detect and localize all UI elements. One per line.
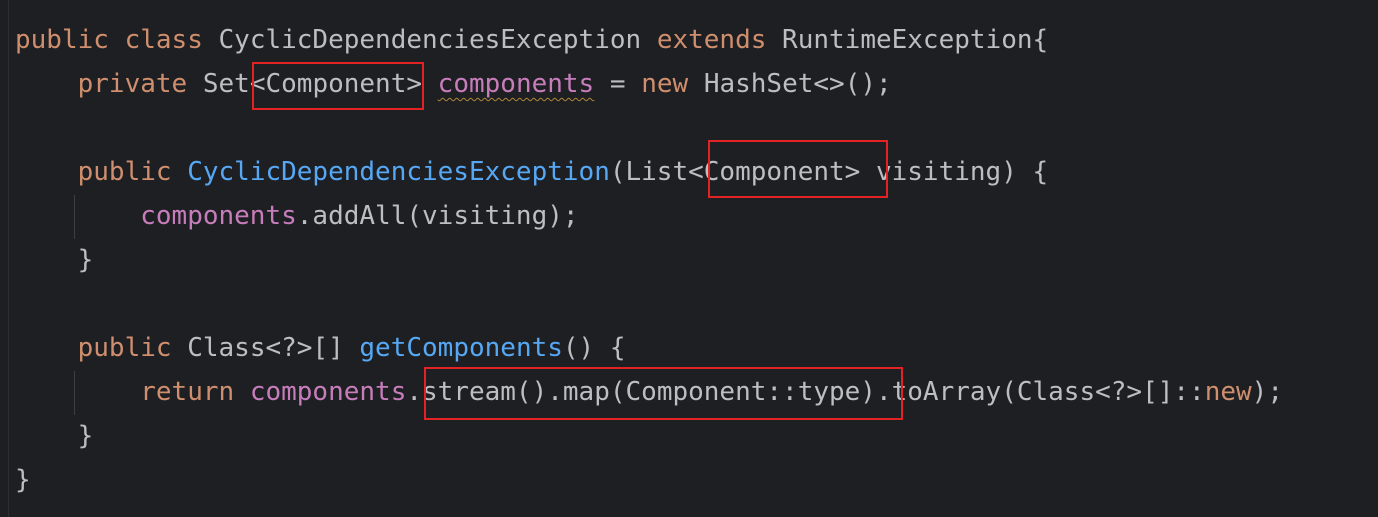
keyword-public: public: [77, 157, 172, 187]
assign-operator: =: [594, 69, 642, 99]
keyword-private: private: [77, 69, 188, 99]
dot: .: [406, 377, 423, 407]
code-line-8[interactable]: public Class<?>[] getComponents() {: [15, 328, 626, 368]
code-line-1[interactable]: public class CyclicDependenciesException…: [15, 20, 1048, 60]
highlight-box-set-generic: [252, 62, 424, 110]
closing-brace: }: [15, 465, 31, 495]
keyword-public: public: [15, 25, 109, 55]
code-line-4[interactable]: public CyclicDependenciesException(List<…: [15, 152, 1049, 192]
highlight-box-list-generic: [708, 140, 888, 198]
code-line-2[interactable]: private Set<Component> components = new …: [15, 64, 892, 104]
param-open: (List: [609, 157, 689, 187]
keyword-new: new: [1204, 377, 1252, 407]
gutter-separator: [8, 0, 9, 517]
constructor-name: CyclicDependenciesException: [187, 157, 610, 187]
statement-end: );: [1251, 377, 1283, 407]
field-components: components: [437, 69, 595, 99]
code-editor[interactable]: public class CyclicDependenciesException…: [0, 0, 1378, 517]
closing-brace: }: [77, 245, 94, 275]
addall-call: .addAll(visiting);: [296, 201, 579, 231]
class-name: CyclicDependenciesException: [218, 25, 642, 55]
keyword-public: public: [77, 333, 172, 363]
code-line-11[interactable]: }: [15, 460, 31, 500]
closing-brace: }: [77, 421, 94, 451]
field-type: Set: [202, 69, 250, 99]
toarray-call: .toArray(Class<?>[]::: [875, 377, 1205, 407]
keyword-new: new: [641, 69, 689, 99]
method-name: getComponents: [359, 333, 563, 363]
hashset-init: HashSet<>();: [703, 69, 892, 99]
keyword-extends: extends: [656, 25, 767, 55]
super-class: RuntimeException{: [782, 25, 1049, 55]
method-signature-rest: () {: [562, 333, 626, 363]
return-type: Class<?>[]: [187, 333, 344, 363]
code-line-5[interactable]: components.addAll(visiting);: [15, 196, 579, 236]
code-line-6[interactable]: }: [15, 240, 94, 280]
keyword-class: class: [124, 25, 203, 55]
keyword-return: return: [140, 377, 235, 407]
highlight-box-stream-map: [424, 367, 903, 420]
param-rest: visiting) {: [860, 157, 1049, 187]
code-line-10[interactable]: }: [15, 416, 94, 456]
field-components: components: [140, 201, 297, 231]
field-components: components: [249, 377, 407, 407]
